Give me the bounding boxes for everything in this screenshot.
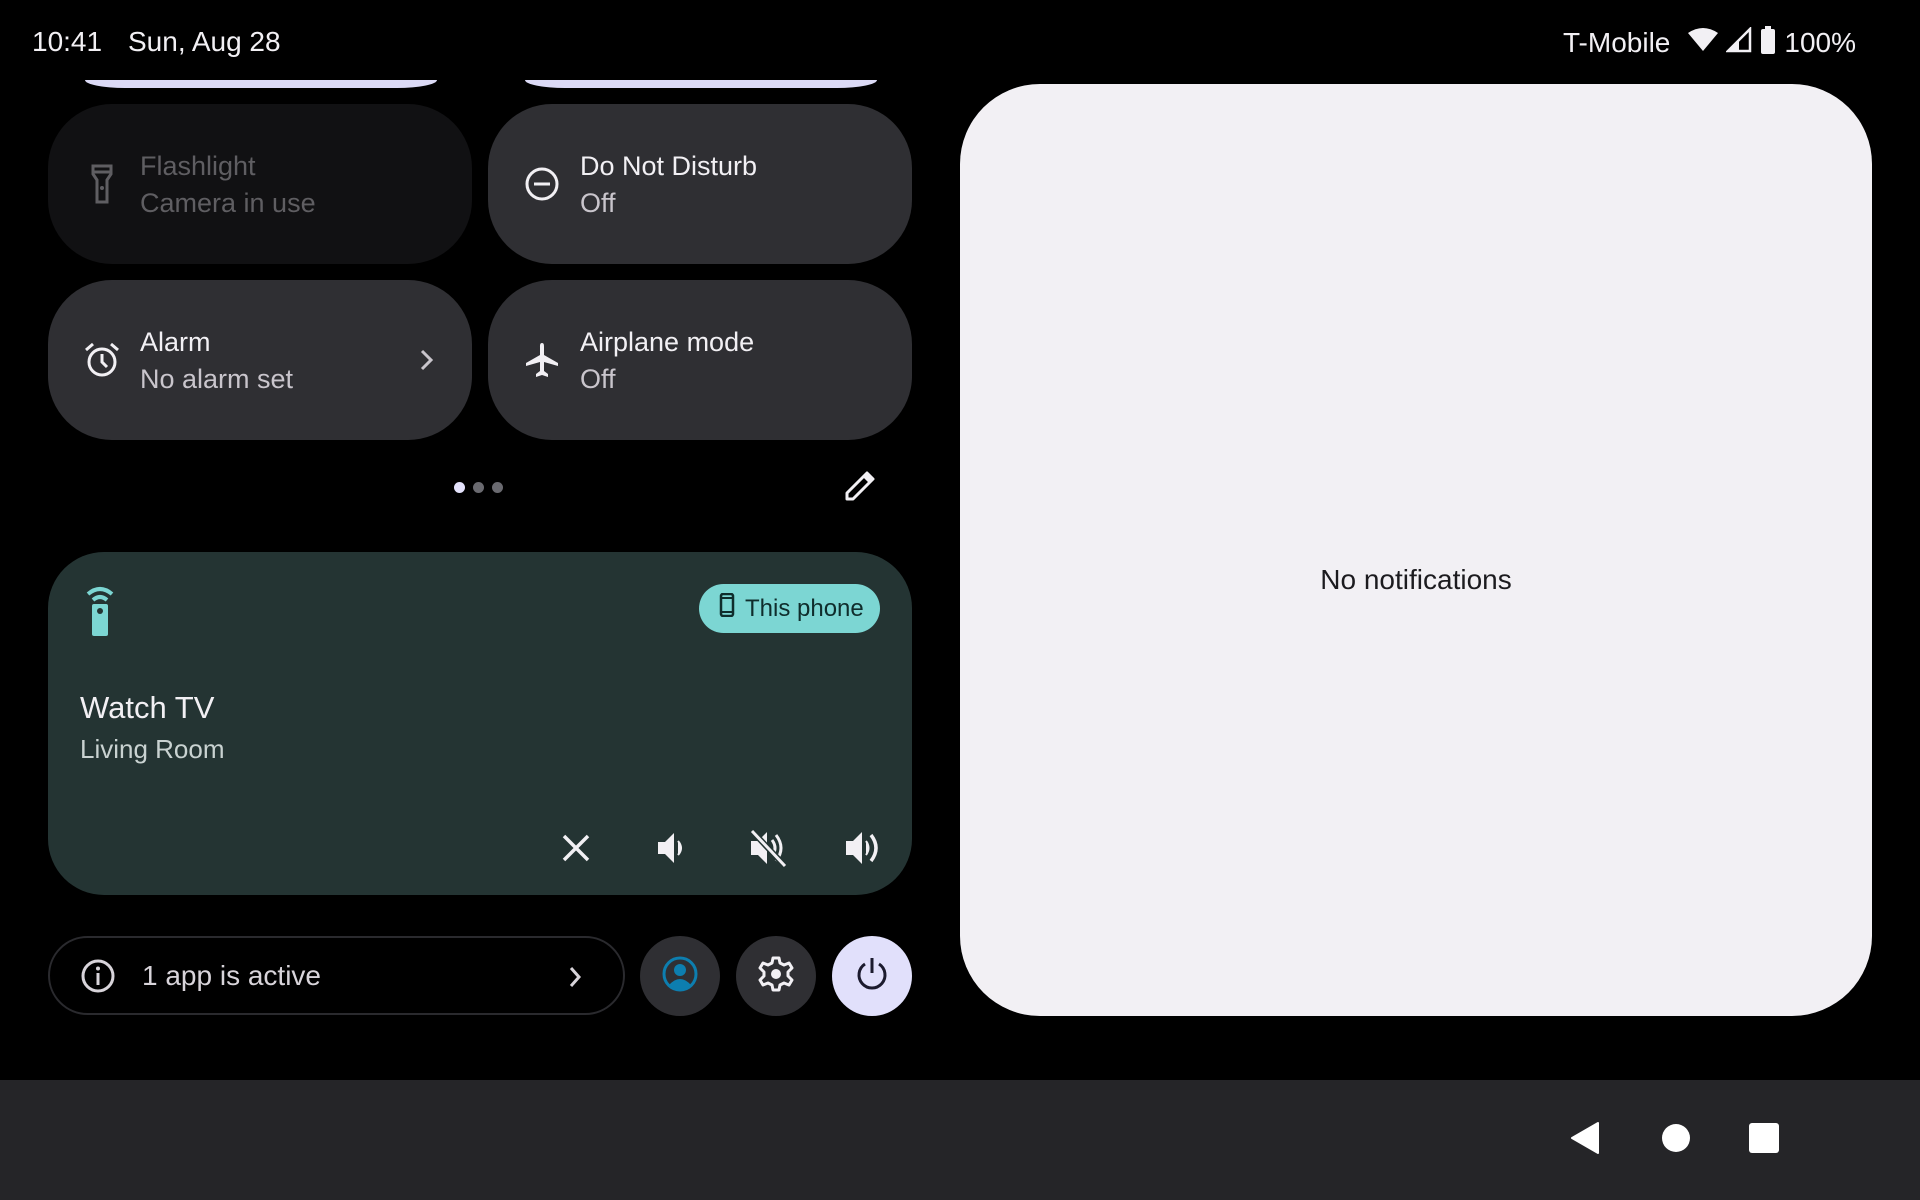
- volume-down-icon: [656, 831, 688, 870]
- tile-subtitle: Off: [580, 188, 616, 218]
- page-dot[interactable]: [492, 482, 503, 493]
- volume-up-button[interactable]: [841, 828, 885, 872]
- home-icon: [1661, 1123, 1691, 1158]
- tile-subtitle: Off: [580, 364, 616, 394]
- notification-panel[interactable]: No notifications: [960, 84, 1872, 1016]
- back-icon: [1570, 1121, 1602, 1160]
- volume-mute-icon: [748, 828, 788, 873]
- navigation-bar: [0, 1080, 1920, 1200]
- security-footer[interactable]: 1 app is active: [48, 936, 625, 1015]
- close-icon: [561, 833, 591, 868]
- tv-remote-icon: [80, 582, 120, 638]
- tile-airplane-mode[interactable]: Airplane mode Off: [488, 280, 912, 440]
- page-indicator[interactable]: [454, 482, 503, 493]
- gear-icon: [758, 956, 794, 997]
- settings-button[interactable]: [736, 936, 816, 1016]
- battery-percent: 100%: [1784, 27, 1856, 58]
- tile-flashlight[interactable]: Flashlight Camera in use: [48, 104, 472, 264]
- user-avatar-icon: [662, 956, 698, 997]
- cell-signal-icon: [1725, 25, 1752, 60]
- volume-up-icon: [843, 828, 883, 873]
- power-button[interactable]: [832, 936, 912, 1016]
- security-footer-text: 1 app is active: [142, 960, 321, 991]
- phone-icon: [719, 592, 735, 624]
- airplane-icon: [522, 340, 562, 380]
- edit-tiles-button[interactable]: [840, 468, 880, 508]
- chevron-right-icon: [565, 964, 585, 990]
- flashlight-icon: [82, 164, 122, 204]
- user-switcher-button[interactable]: [640, 936, 720, 1016]
- home-button[interactable]: [1644, 1108, 1708, 1172]
- clock[interactable]: 10:41: [32, 26, 102, 58]
- tile-title: Alarm: [140, 327, 211, 357]
- mute-button[interactable]: [746, 828, 790, 872]
- media-subtitle: Living Room: [80, 734, 225, 764]
- recents-icon: [1749, 1122, 1779, 1158]
- carrier-name: T-Mobile: [1563, 27, 1671, 58]
- partial-tile-edge[interactable]: [525, 80, 877, 88]
- tile-title: Airplane mode: [580, 327, 755, 357]
- status-bar: 10:41 Sun, Aug 28 T-Mobile 100%: [0, 0, 1920, 84]
- chevron-right-icon: [414, 345, 438, 375]
- wifi-icon: [1688, 27, 1719, 59]
- media-card[interactable]: This phone Watch TV Living Room: [48, 552, 912, 895]
- page-dot-active[interactable]: [454, 482, 465, 493]
- battery-icon: [1760, 25, 1776, 61]
- tile-alarm[interactable]: Alarm No alarm set: [48, 280, 472, 440]
- output-chip-label: This phone: [745, 594, 864, 622]
- partial-tile-edge[interactable]: [85, 80, 437, 88]
- tile-subtitle: No alarm set: [140, 364, 294, 394]
- info-icon: [80, 958, 116, 994]
- tile-subtitle: Camera in use: [140, 188, 316, 218]
- output-switcher-chip[interactable]: This phone: [699, 584, 880, 633]
- status-icons: T-Mobile 100%: [1563, 25, 1856, 61]
- pencil-icon: [843, 469, 877, 508]
- power-icon: [854, 956, 890, 997]
- close-button[interactable]: [554, 828, 598, 872]
- page-dot[interactable]: [473, 482, 484, 493]
- date[interactable]: Sun, Aug 28: [128, 26, 281, 58]
- alarm-icon: [82, 340, 122, 380]
- media-title: Watch TV: [80, 690, 215, 725]
- back-button[interactable]: [1554, 1108, 1618, 1172]
- do-not-disturb-icon: [522, 164, 562, 204]
- recents-button[interactable]: [1732, 1108, 1796, 1172]
- tile-title: Do Not Disturb: [580, 151, 758, 181]
- media-actions: [48, 828, 912, 868]
- tile-title: Flashlight: [140, 151, 256, 181]
- volume-down-button[interactable]: [650, 828, 694, 872]
- no-notifications-text: No notifications: [1320, 564, 1512, 595]
- tile-do-not-disturb[interactable]: Do Not Disturb Off: [488, 104, 912, 264]
